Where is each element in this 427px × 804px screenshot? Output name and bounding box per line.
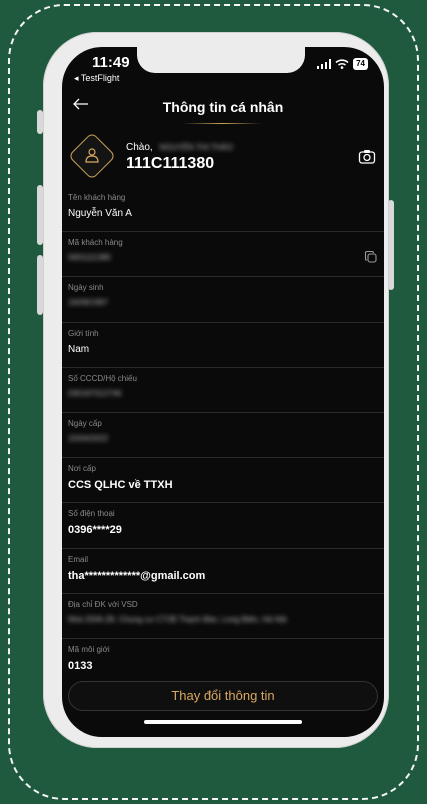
field-issue-date: Ngày cấp 15/04/2022: [62, 413, 384, 459]
field-value: 0133: [68, 659, 93, 672]
field-customer-code: Mã khách hàng 0001111380: [62, 232, 384, 278]
field-vsd-address: Địa chỉ ĐK với VSD Nhà 2506-28, Chung cư…: [62, 594, 384, 639]
greeting-label: Chào,: [126, 142, 153, 153]
field-label: Địa chỉ ĐK với VSD: [68, 599, 138, 609]
field-value: 0396****29: [68, 524, 122, 537]
field-value-blurred: 16/09/1997: [68, 298, 109, 308]
field-label: Nơi cấp: [68, 464, 96, 474]
field-label: Số điện thoại: [68, 509, 115, 519]
change-info-button[interactable]: Thay đổi thông tin: [68, 681, 378, 711]
customer-name-blurred: NGUYỄN THỊ THẢO: [159, 143, 233, 152]
field-value: tha*************@gmail.com: [68, 569, 206, 582]
field-date-of-birth: Ngày sinh 16/09/1997: [62, 277, 384, 323]
field-broker-code: Mã môi giới 0133: [62, 639, 384, 684]
field-phone: Số điện thoại 0396****29: [62, 503, 384, 549]
copy-icon[interactable]: [364, 250, 378, 264]
wifi-icon: [335, 59, 349, 69]
field-label: Số CCCD/Hộ chiếu: [68, 373, 137, 383]
field-customer-name: Tên khách hàng Nguyễn Văn A: [62, 187, 384, 233]
profile-section: Chào, NGUYỄN THỊ THẢO 111C111380: [62, 131, 384, 183]
field-id-number: Số CCCD/Hộ chiếu 030197012746: [62, 368, 384, 413]
field-value-blurred: 0001111380: [68, 253, 111, 263]
status-icons: 74: [317, 58, 368, 70]
phone-notch: [137, 47, 305, 73]
field-label: Ngày cấp: [68, 418, 102, 428]
field-value: Nguyễn Văn A: [68, 208, 132, 219]
greeting-text: Chào, NGUYỄN THỊ THẢO: [126, 142, 233, 153]
field-label: Ngày sinh: [68, 283, 104, 293]
phone-screen: 11:49 ◂ TestFlight 74 Thông tin cá nhân: [62, 47, 384, 737]
field-value-blurred: Nhà 2506-28, Chung cư CT2B Thạch Bàn, Lo…: [68, 614, 287, 624]
field-label: Mã khách hàng: [68, 238, 123, 248]
user-avatar-icon: [85, 148, 99, 163]
field-value: CCS QLHC về TTXH: [68, 479, 173, 492]
field-value: Nam: [68, 343, 90, 355]
header-underline: [182, 123, 262, 124]
account-id: 111C111380: [126, 155, 215, 172]
field-email: Email tha*************@gmail.com: [62, 549, 384, 594]
field-gender: Giới tính Nam: [62, 323, 384, 368]
field-label: Tên khách hàng: [68, 193, 126, 202]
signal-icon: [317, 59, 332, 69]
info-field-list: Tên khách hàng Nguyễn Văn A Mã khách hàn…: [62, 187, 384, 684]
field-value-blurred: 15/04/2022: [68, 433, 109, 443]
field-label: Email: [68, 554, 89, 564]
field-value-blurred: 030197012746: [68, 388, 122, 398]
field-label: Mã môi giới: [68, 644, 110, 654]
page-title: Thông tin cá nhân: [162, 99, 284, 115]
camera-icon[interactable]: [358, 148, 376, 166]
battery-indicator: 74: [353, 58, 368, 70]
back-to-app-link[interactable]: ◂ TestFlight: [74, 73, 119, 84]
field-label: Giới tính: [68, 328, 99, 338]
status-time: 11:49: [92, 54, 130, 71]
field-issue-place: Nơi cấp CCS QLHC về TTXH: [62, 458, 384, 504]
page-header: Thông tin cá nhân: [62, 95, 384, 125]
home-indicator: [144, 720, 302, 724]
